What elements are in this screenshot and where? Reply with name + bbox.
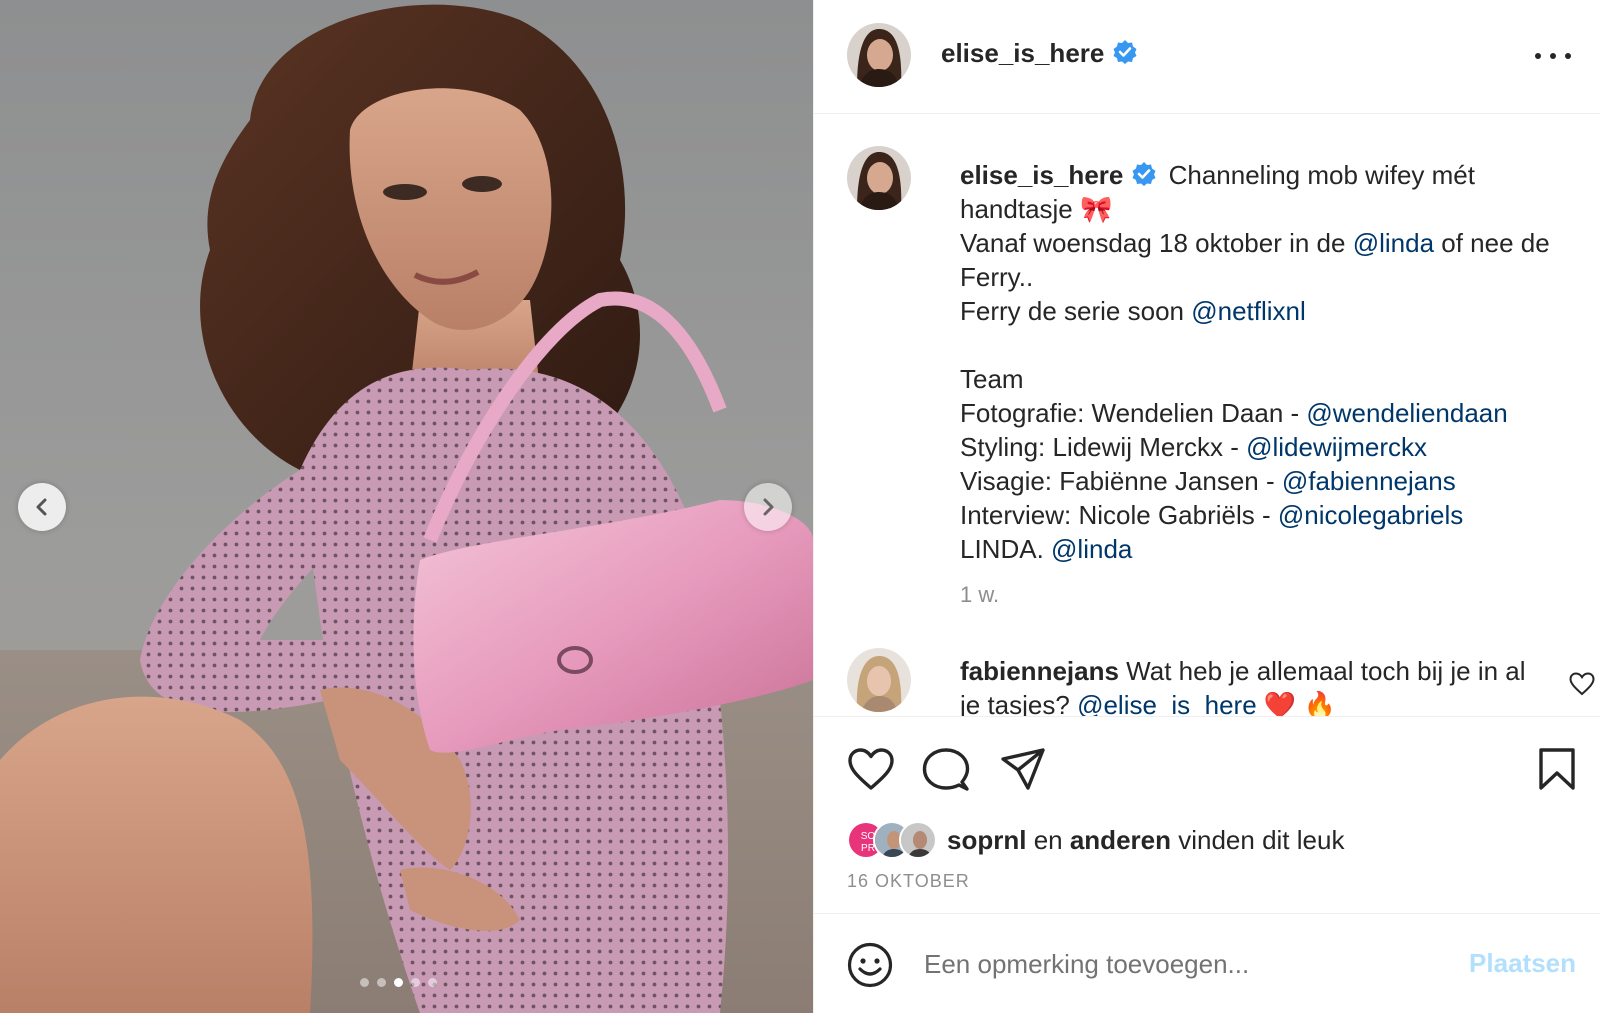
post-sidebar: elise_is_here elise_is_here Channeling m…	[813, 0, 1600, 1013]
caption-line-3: Ferry de serie soon	[960, 296, 1192, 326]
post-media[interactable]	[0, 0, 813, 1013]
emoji-picker-button[interactable]	[847, 942, 893, 993]
mention-link[interactable]: @linda	[1353, 228, 1434, 258]
comment-button[interactable]	[922, 747, 970, 798]
share-button[interactable]	[1000, 747, 1046, 796]
carousel-dot-active	[394, 978, 403, 987]
mention-link[interactable]: @wendeliendaan	[1306, 398, 1507, 428]
comments-section[interactable]: elise_is_here Channeling mob wifey mét h…	[814, 114, 1600, 716]
author-username[interactable]: elise_is_here	[941, 38, 1138, 69]
liker-avatar[interactable]	[899, 821, 937, 859]
post-photo	[0, 4, 813, 1013]
mention-link[interactable]: @linda	[1051, 534, 1132, 564]
save-button[interactable]	[1537, 747, 1577, 796]
carousel-next-button[interactable]	[744, 483, 792, 531]
carousel-dot	[428, 978, 437, 987]
likes-connector: en	[1033, 824, 1063, 855]
username-text[interactable]: elise_is_here	[960, 160, 1123, 190]
comment-icon	[922, 748, 970, 791]
credit-label: Visagie: Fabiënne Jansen -	[960, 466, 1282, 496]
chevron-right-icon	[763, 498, 774, 516]
carousel-dot	[377, 978, 386, 987]
liker-photo	[901, 823, 935, 857]
credit-label: Styling: Lidewij Merckx -	[960, 432, 1247, 462]
username-text[interactable]: elise_is_here	[941, 38, 1104, 68]
likes-summary: SO PR soprnl en anderen vinden dit leuk	[847, 821, 1344, 859]
mention-link[interactable]: @nicolegabriels	[1278, 500, 1463, 530]
credit-line: Interview: Nicole Gabriëls - @nicolegabr…	[960, 498, 1580, 532]
caption-avatar[interactable]	[847, 146, 911, 210]
more-options-button[interactable]	[1535, 44, 1571, 68]
avatar-photo	[847, 648, 911, 712]
credit-line: Visagie: Fabiënne Jansen - @fabiennejans	[960, 464, 1580, 498]
credit-label: Fotografie: Wendelien Daan -	[960, 398, 1307, 428]
add-comment-bar: Plaatsen	[814, 913, 1600, 1013]
more-icon	[1565, 53, 1571, 59]
caption-text: elise_is_here Channeling mob wifey mét h…	[960, 158, 1580, 612]
avatar-photo	[847, 146, 911, 210]
caption-line-2: Vanaf woensdag 18 oktober in de	[960, 228, 1353, 258]
chevron-left-icon	[36, 498, 47, 516]
heart-icon	[848, 748, 894, 790]
carousel-indicator	[360, 978, 437, 987]
credit-label: LINDA.	[960, 534, 1052, 564]
author-avatar[interactable]	[847, 23, 911, 87]
like-button[interactable]	[847, 747, 895, 796]
verified-icon	[1132, 162, 1156, 186]
bookmark-icon	[1539, 748, 1575, 790]
first-liker-link[interactable]: soprnl	[947, 825, 1026, 855]
credit-label: Interview: Nicole Gabriëls -	[960, 500, 1278, 530]
heart-icon	[1569, 672, 1595, 696]
verified-icon	[1113, 40, 1137, 64]
comment-like-button[interactable]	[1569, 672, 1595, 701]
more-icon	[1535, 53, 1541, 59]
credit-line: LINDA. @linda	[960, 532, 1580, 566]
post-actions: SO PR soprnl en anderen vinden dit leuk …	[814, 716, 1600, 912]
caption-timestamp[interactable]: 1 w.	[960, 578, 1580, 612]
carousel-dot	[360, 978, 369, 987]
team-heading: Team	[960, 364, 1024, 394]
caption-username[interactable]: elise_is_here	[960, 160, 1157, 190]
emoji-icon	[847, 942, 893, 988]
commenter-username[interactable]: fabiennejans	[960, 656, 1119, 686]
mention-link[interactable]: @netflixnl	[1191, 296, 1306, 326]
others-liked-link[interactable]: anderen	[1070, 825, 1171, 855]
comment-input[interactable]	[924, 938, 1424, 990]
mention-link[interactable]: @lidewijmerckx	[1246, 432, 1427, 462]
avatar-photo	[847, 23, 911, 87]
mention-link[interactable]: @elise_is_here	[1077, 690, 1257, 716]
share-icon	[1001, 748, 1045, 790]
credit-line: Fotografie: Wendelien Daan - @wendeliend…	[960, 396, 1580, 430]
credit-line: Styling: Lidewij Merckx - @lidewijmerckx	[960, 430, 1580, 464]
likes-text: soprnl en anderen vinden dit leuk	[947, 825, 1344, 856]
carousel-dot	[411, 978, 420, 987]
carousel-prev-button[interactable]	[18, 483, 66, 531]
post-comment-button[interactable]: Plaatsen	[1469, 948, 1576, 979]
mention-link[interactable]: @fabiennejans	[1282, 466, 1456, 496]
post-header: elise_is_here	[814, 0, 1600, 114]
likes-suffix: vinden dit leuk	[1178, 824, 1345, 855]
comment-text: fabiennejans Wat heb je allemaal toch bi…	[960, 654, 1540, 716]
commenter-avatar[interactable]	[847, 648, 911, 712]
comment-emojis: ❤️ 🔥	[1256, 690, 1336, 716]
post-date[interactable]: 16 OKTOBER	[847, 871, 970, 892]
more-icon	[1550, 53, 1556, 59]
